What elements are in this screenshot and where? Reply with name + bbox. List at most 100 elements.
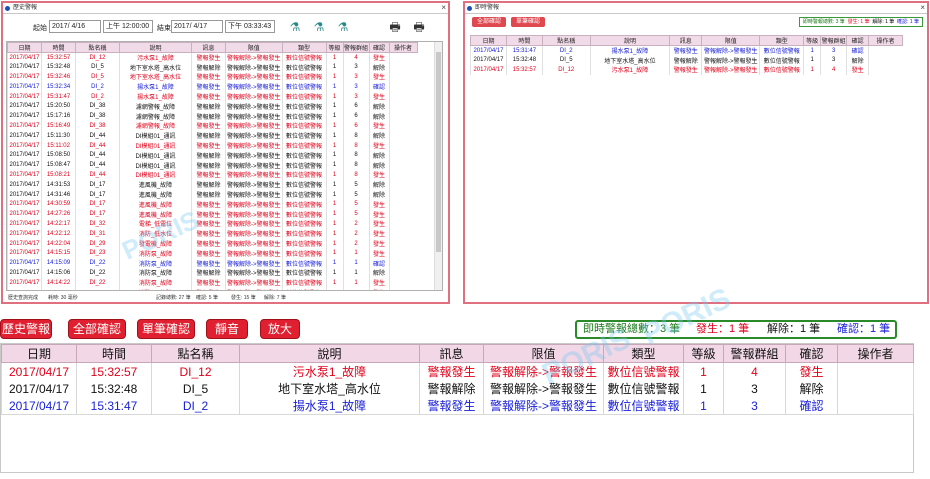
history-table-row[interactable]: 2017/04/17 15:32:34 DI_2 揚水泵1_故障 警報發生 警報解除->警… [7, 81, 418, 92]
print-preview-icon[interactable]: 🖶 [387, 17, 403, 37]
history-scrollbar-thumb[interactable] [436, 52, 441, 252]
history-table-cell: 15:11:30 [41, 130, 76, 141]
realtime-column-header[interactable]: 確認 [846, 35, 870, 46]
realtime-column-header[interactable]: 操作者 [868, 35, 903, 46]
realtime-column-header[interactable]: 時間 [505, 35, 543, 46]
history-column-header[interactable]: 日期 [7, 42, 42, 53]
history-table-row[interactable]: 2017/04/1714:08:08DI_23消防泵_故障警報發生警報解除->警… [7, 287, 418, 290]
alarm-column-header[interactable]: 確認 [785, 344, 838, 363]
alarm-column-header[interactable]: 時間 [76, 344, 152, 363]
history-table-row[interactable]: 2017/04/17 14:15:15 DI_23 消防泵_故障 警報發生 警報解除->警… [7, 248, 418, 259]
history-table-row[interactable]: 2017/04/17 14:31:46 DI_17 進風機_故障 警報解除 警報解除->警… [7, 189, 418, 200]
alarm-column-header[interactable]: 等級 [683, 344, 724, 363]
print-icon[interactable]: 🖶 [411, 17, 427, 37]
history-table-row[interactable]: 2017/04/17 14:22:12 DI_31 消防_低水位 警報發生 警報解除->警… [7, 228, 418, 239]
history-table-cell: 1 [325, 258, 344, 269]
history-status-bar: 歷史查詢完成 耗時: 30 毫秒 記錄總數: 27 筆 確認: 5 筆 發生: … [6, 293, 443, 302]
history-column-header[interactable]: 限值 [225, 42, 283, 53]
realtime-table-row[interactable]: 2017/04/17 15:32:57 DI_12 污水泵1_故障 警報發生 警報解除->… [470, 65, 903, 75]
history-table-row[interactable]: 2017/04/17 15:11:02 DI_44 DI模組01_通訊 警報發生 警報解除… [7, 140, 418, 151]
realtime-table-cell: 15:31:47 [505, 45, 543, 56]
history-table-cell: 數位信號警報 [281, 199, 327, 210]
realtime-column-header[interactable]: 等級 [803, 35, 822, 46]
alarm-column-header[interactable]: 警報群組 [723, 344, 786, 363]
history-table-row[interactable]: 2017/04/17 15:20:50 DI_38 濾網警報_故障 警報解除 警報解除->… [7, 101, 418, 112]
alarm-column-header[interactable]: 訊息 [419, 344, 484, 363]
alarm-column-header[interactable]: 限值 [483, 344, 604, 363]
realtime-column-header[interactable]: 警報群組 [820, 35, 848, 46]
history-column-header[interactable]: 警報群組 [342, 42, 370, 53]
history-table-row[interactable]: 2017/04/17 15:08:50 DI_44 DI模組01_通訊 警報解除 警報解除… [7, 150, 418, 161]
history-table-cell: 2017/04/17 [7, 199, 42, 210]
history-table-cell: 2017/04/17 [7, 179, 42, 190]
history-column-header[interactable]: 訊息 [191, 42, 226, 53]
history-table-row[interactable]: 2017/04/17 15:32:48 DI_5 地下室水塔_高水位 警報解除 警報解除-… [7, 62, 418, 73]
ack-all-button[interactable]: 全部確認 [472, 17, 506, 27]
history-column-header[interactable]: 類型 [281, 42, 327, 53]
history-table-row[interactable]: 2017/04/17 14:27:26 DI_17 進風機_故障 警報發生 警報解除->警… [7, 209, 418, 220]
realtime-column-header[interactable]: 點名稱 [541, 35, 591, 46]
start-time-picker[interactable]: 上午 12:00:00 [103, 20, 153, 33]
realtime-alarm-window: 即時警報 × 全部確認 單筆確認 即時警報總數: 3 筆 發生: 1 筆 解除:… [463, 1, 929, 304]
alarm-column-header[interactable]: 日期 [1, 344, 77, 363]
history-table-row[interactable]: 2017/04/17 15:17:16 DI_38 濾網警報_故障 警報解除 警報解除->… [7, 111, 418, 122]
realtime-table-row[interactable]: 2017/04/17 15:32:48 DI_5 地下室水塔_高水位 警報解除 警報解除-… [470, 55, 903, 66]
close-icon[interactable]: × [920, 3, 925, 13]
realtime-table-cell [868, 45, 903, 56]
end-time-picker[interactable]: 下午 03:33:43 [225, 20, 275, 33]
query-icon[interactable]: ⚗ [287, 17, 303, 37]
history-table-row[interactable]: 2017/04/17 14:14:22 DI_22 消防泵_故障 警報發生 警報解除->警… [7, 277, 418, 288]
alarm-column-header[interactable]: 操作者 [837, 344, 914, 363]
alarm-table-row[interactable]: 2017/04/17 15:32:57 DI_12 污水泵1_故障 警報發生 警報解除->… [1, 362, 914, 380]
history-column-header[interactable]: 時間 [41, 42, 76, 53]
export-icon[interactable]: ⚗ [335, 17, 351, 37]
history-table-row[interactable]: 2017/04/17 15:32:46 DI_5 地下室水塔_高水位 警報發生 警報解除-… [7, 72, 418, 82]
alarm-table-row[interactable]: 2017/04/17 15:32:48 DI_5 地下室水塔_高水位 警報解除 警報解除-… [1, 380, 914, 397]
history-table-row[interactable]: 2017/04/17 15:31:47 DI_2 揚水泵1_故障 警報發生 警報解除->警… [7, 91, 418, 102]
history-table-cell: 進風機_故障 [119, 179, 192, 190]
realtime-column-header[interactable]: 訊息 [669, 35, 703, 46]
history-table-row[interactable]: 2017/04/17 14:22:04 DI_29 發電機_故障 警報發生 警報解除->警… [7, 238, 418, 249]
filter-icon[interactable]: ⚗ [311, 17, 327, 37]
history-table-cell [388, 62, 418, 73]
history-table-cell: 5 [342, 189, 370, 200]
history-table-row[interactable]: 2017/04/17 15:32:57 DI_12 污水泵1_故障 警報發生 警報解除->… [7, 52, 418, 63]
alarm-column-header[interactable]: 點名稱 [151, 344, 240, 363]
zoom-button[interactable]: 放大 [260, 319, 300, 339]
realtime-column-header[interactable]: 類型 [759, 35, 805, 46]
history-column-header[interactable]: 說明 [119, 42, 192, 53]
alarm-column-header[interactable]: 說明 [239, 344, 420, 363]
history-column-header[interactable]: 點名稱 [75, 42, 120, 53]
history-table-row[interactable]: 2017/04/17 14:31:53 DI_17 進風機_故障 警報解除 警報解除->警… [7, 179, 418, 190]
history-table-row[interactable]: 2017/04/17 15:08:47 DI_44 DI模組01_通訊 警報解除 警報解除… [7, 160, 418, 171]
realtime-column-header[interactable]: 限值 [701, 35, 761, 46]
realtime-table-row[interactable]: 2017/04/17 15:31:47 DI_2 揚水泵1_故障 警報發生 警報解除->警… [470, 45, 903, 56]
history-table-row[interactable]: 2017/04/17 14:30:59 DI_17 進風機_故障 警報發生 警報解除->警… [7, 199, 418, 210]
history-column-header[interactable]: 等級 [325, 42, 344, 53]
alarm-column-header[interactable]: 類型 [603, 344, 684, 363]
realtime-column-header[interactable]: 日期 [470, 35, 507, 46]
realtime-column-header[interactable]: 說明 [589, 35, 671, 46]
alarm-table-row[interactable]: 2017/04/17 15:31:47 DI_2 揚水泵1_故障 警報發生 警報解除->警… [1, 397, 914, 415]
history-column-header[interactable]: 操作者 [388, 42, 418, 53]
status-query: 歷史查詢完成 [8, 295, 39, 301]
history-table-cell: 3 [342, 62, 370, 73]
history-table-row[interactable]: 2017/04/17 14:22:17 DI_32 電梯_低電位 警報發生 警報解除->警… [7, 219, 418, 229]
ack-single-button[interactable]: 單筆確認 [511, 17, 545, 27]
history-table-row[interactable]: 2017/04/17 15:08:21 DI_44 DI模組01_通訊 警報發生 警報解除… [7, 170, 418, 180]
ack-all-button[interactable]: 全部確認 [68, 319, 126, 339]
mute-button[interactable]: 靜音 [206, 319, 248, 339]
start-date-picker[interactable]: 2017/ 4/16 [49, 20, 101, 33]
history-table-row[interactable]: 2017/04/17 14:15:06 DI_22 消防泵_故障 警報解除 警報解除->警… [7, 268, 418, 278]
history-scrollbar[interactable] [434, 42, 442, 290]
history-alarm-button[interactable]: 歷史警報 [0, 319, 52, 339]
history-table-row[interactable]: 2017/04/17 15:11:30 DI_44 DI模組01_通訊 警報解除 警報解除… [7, 130, 418, 141]
close-icon[interactable]: × [441, 3, 446, 13]
end-date-picker[interactable]: 2017/ 4/17 [171, 20, 223, 33]
history-table-row[interactable]: 2017/04/17 15:16:49 DI_38 濾網警報_故障 警報發生 警報解除->… [7, 121, 418, 131]
history-table: 日期 時間 點名稱 說明 訊息 限值 類型 等級 警報群組 確認 操作者 2017/04/17 15:… [7, 42, 418, 290]
history-column-header[interactable]: 確認 [368, 42, 390, 53]
ack-single-button[interactable]: 單筆確認 [137, 319, 195, 339]
history-table-cell: 警報解除 [191, 268, 226, 278]
history-table-row[interactable]: 2017/04/17 14:15:09 DI_22 消防泵_故障 警報發生 警報解除->警… [7, 258, 418, 269]
